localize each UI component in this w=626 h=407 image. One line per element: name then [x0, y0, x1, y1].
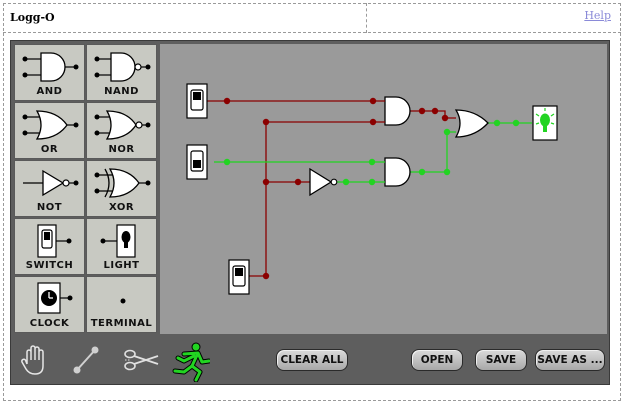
palette-label: XOR — [108, 202, 135, 213]
save-as-button[interactable]: SAVE AS ... — [535, 349, 605, 371]
palette-label: NOR — [108, 144, 135, 155]
palette-item-switch[interactable]: SWITCH — [14, 218, 85, 275]
hand-tool[interactable] — [18, 342, 52, 378]
not-gate-icon — [23, 169, 79, 197]
palette-item-nor[interactable]: NOR — [86, 102, 157, 159]
palette-item-clock[interactable]: CLOCK — [14, 276, 85, 333]
palette-item-not[interactable]: NOT — [14, 160, 85, 217]
palette-label: NAND — [104, 86, 139, 97]
app-title: Logg-O — [10, 11, 55, 24]
wire-tool-icon — [73, 346, 99, 374]
switch-icon — [37, 224, 72, 258]
not-bubble — [330, 178, 338, 186]
open-button[interactable]: OPEN — [411, 349, 463, 371]
component-palette: AND NAND OR NOR NOT XOR SWITCH LIGHT CLO… — [14, 44, 158, 334]
palette-item-light[interactable]: LIGHT — [86, 218, 157, 275]
palette-label: CLOCK — [29, 318, 70, 329]
title-divider — [366, 3, 367, 33]
palette-label: NOT — [36, 202, 63, 213]
palette-label: TERMINAL — [90, 318, 153, 329]
wire-on — [410, 131, 456, 173]
and-gate[interactable] — [384, 157, 411, 187]
not-gate[interactable] — [309, 167, 333, 197]
title-bar: Logg-O — [3, 3, 621, 33]
palette-label: SWITCH — [25, 260, 74, 271]
scissors-tool[interactable] — [122, 342, 159, 378]
nor-gate-icon — [94, 110, 151, 140]
clear-all-button[interactable]: CLEAR ALL — [276, 349, 348, 371]
save-button[interactable]: SAVE — [475, 349, 527, 371]
help-link[interactable]: Help — [584, 9, 611, 22]
light-icon — [100, 224, 136, 258]
light-component[interactable] — [532, 105, 558, 141]
palette-label: AND — [36, 86, 63, 97]
or-gate-icon — [22, 110, 79, 140]
and-gate[interactable] — [384, 96, 411, 126]
wire-off — [249, 122, 267, 277]
run-icon — [172, 342, 212, 383]
circuit-diagram — [186, 83, 558, 295]
palette-item-nand[interactable]: NAND — [86, 44, 157, 101]
scissors-icon — [124, 349, 159, 371]
palette-item-xor[interactable]: XOR — [86, 160, 157, 217]
wire-tool[interactable] — [70, 342, 104, 378]
palette-label: LIGHT — [103, 260, 140, 271]
palette-item-and[interactable]: AND — [14, 44, 85, 101]
palette-label: OR — [40, 144, 59, 155]
run-tool[interactable] — [172, 342, 212, 383]
clock-icon — [37, 282, 73, 314]
bottom-toolbar: CLEAR ALL OPEN SAVE SAVE AS ... — [14, 338, 608, 383]
terminal-icon — [120, 298, 126, 304]
circuit-canvas[interactable] — [160, 44, 607, 334]
or-gate[interactable] — [454, 109, 489, 138]
nand-gate-icon — [94, 52, 151, 82]
switch-component[interactable] — [186, 144, 208, 180]
switch-component[interactable] — [228, 259, 250, 295]
palette-item-terminal[interactable]: TERMINAL — [86, 276, 157, 333]
and-gate-icon — [22, 52, 79, 82]
hand-icon — [21, 345, 44, 375]
palette-item-or[interactable]: OR — [14, 102, 85, 159]
switch-component[interactable] — [186, 83, 208, 119]
xor-gate-icon — [94, 168, 151, 198]
